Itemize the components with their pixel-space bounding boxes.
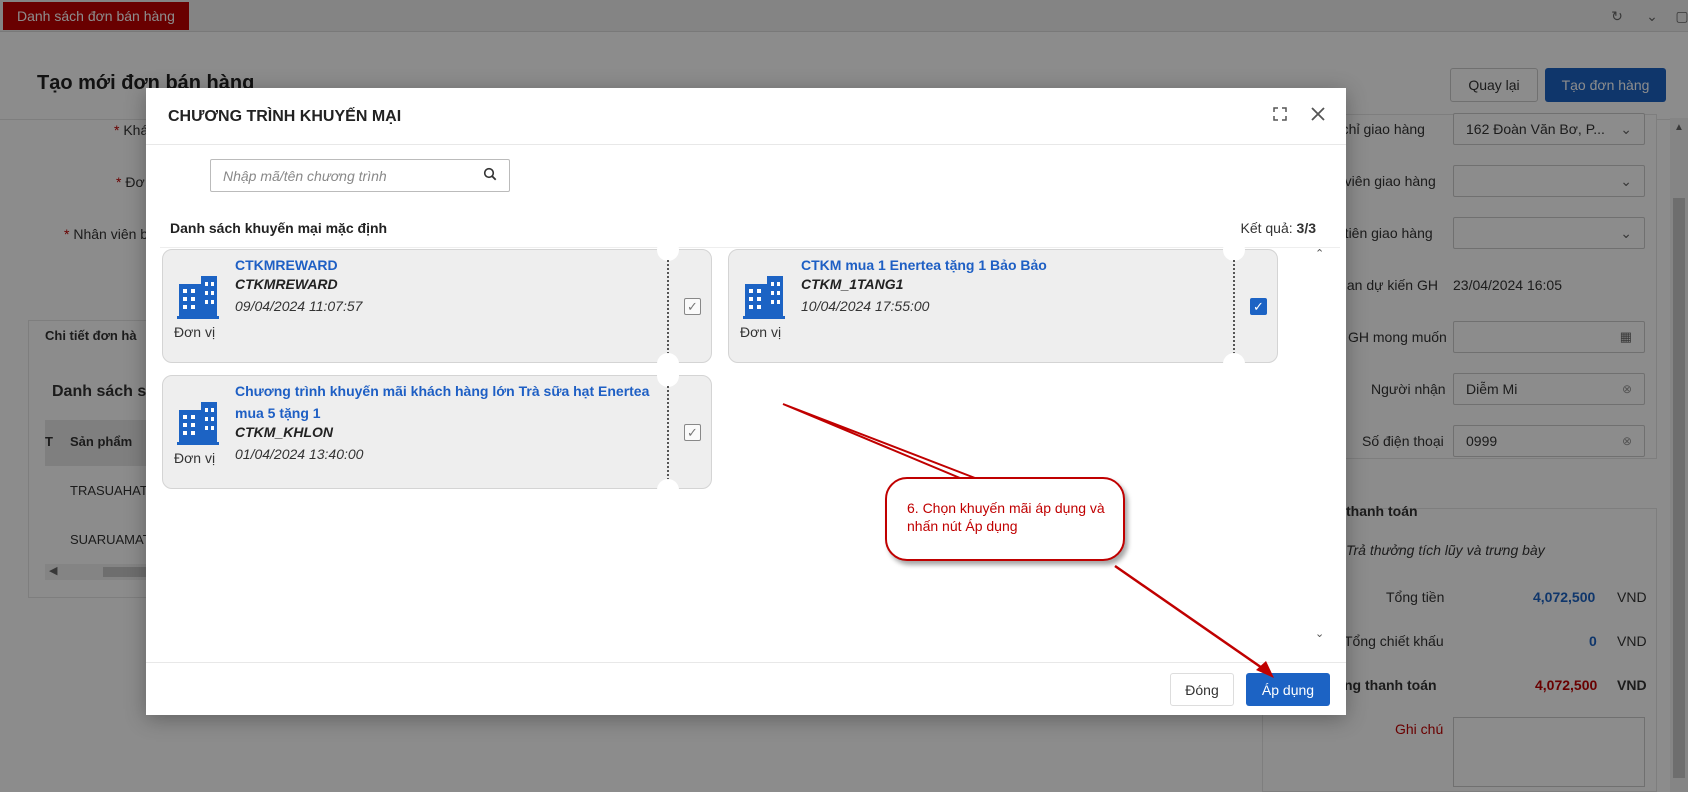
callout-arrow-head: [1256, 661, 1274, 678]
callout-arrow-line: [1114, 564, 1266, 672]
callout-arrows: [782, 403, 1274, 678]
callout-pointer: [782, 403, 976, 479]
callout-text: 6. Chọn khuyến mãi áp dụng và nhấn nút Á…: [907, 500, 1105, 534]
instruction-callout: 6. Chọn khuyến mãi áp dụng và nhấn nút Á…: [885, 477, 1125, 561]
